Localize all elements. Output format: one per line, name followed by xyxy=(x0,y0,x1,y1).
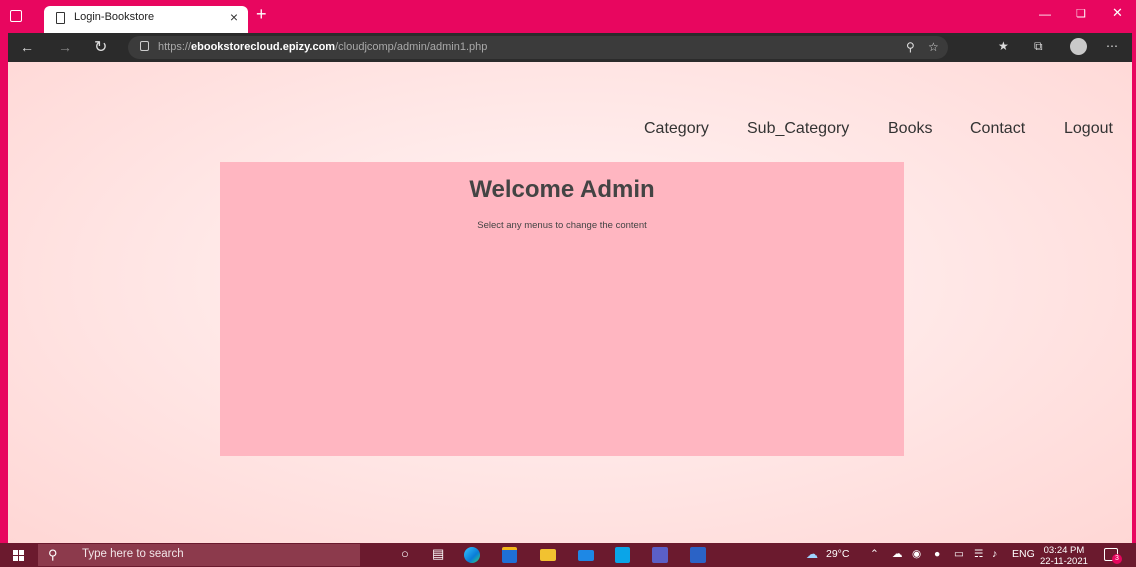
tab-title: Login-Bookstore xyxy=(74,11,155,23)
language-indicator[interactable]: ENG xyxy=(1012,548,1035,560)
browser-title-bar: Login-Bookstore × + — ❏ ✕ xyxy=(0,0,1136,33)
system-clock[interactable]: 03:24 PM 22-11-2021 xyxy=(1040,545,1088,567)
key-icon[interactable]: ⚲ xyxy=(906,40,915,54)
taskbar-search[interactable]: ⚲ Type here to search xyxy=(38,544,360,566)
cortana-icon[interactable]: ○ xyxy=(401,546,409,561)
nav-books[interactable]: Books xyxy=(888,120,932,138)
windows-start-icon[interactable] xyxy=(13,550,24,561)
microphone-icon[interactable]: ● xyxy=(934,548,940,560)
weather-icon[interactable]: ☁ xyxy=(806,547,818,561)
address-bar[interactable]: https://ebookstorecloud.epizy.com/cloudj… xyxy=(128,36,948,59)
nav-contact[interactable]: Contact xyxy=(970,120,1025,138)
wifi-icon[interactable]: ☴ xyxy=(974,548,983,560)
favorites-icon[interactable]: ★ xyxy=(998,39,1009,53)
task-view-icon[interactable]: ▤ xyxy=(432,546,444,562)
close-tab-icon[interactable]: × xyxy=(230,9,238,25)
content-panel: Welcome Admin Select any menus to change… xyxy=(220,162,904,456)
welcome-title: Welcome Admin xyxy=(469,176,655,203)
notification-badge: 3 xyxy=(1112,554,1122,564)
lock-icon[interactable] xyxy=(140,41,149,51)
more-icon[interactable]: ⋯ xyxy=(1106,39,1118,53)
refresh-icon[interactable]: ↻ xyxy=(94,37,107,57)
volume-icon[interactable]: ♪ xyxy=(992,548,997,560)
browser-tab[interactable]: Login-Bookstore × xyxy=(44,6,248,33)
chevron-up-icon[interactable]: ⌃ xyxy=(870,548,879,560)
window-menu-icon[interactable] xyxy=(10,10,22,22)
clock-time: 03:24 PM xyxy=(1043,545,1085,556)
weather-temp[interactable]: 29°C xyxy=(826,548,849,560)
battery-icon[interactable]: ▭ xyxy=(954,548,964,560)
nav-category[interactable]: Category xyxy=(644,120,709,138)
back-icon[interactable]: ← xyxy=(20,39,34,55)
nav-sub-category[interactable]: Sub_Category xyxy=(747,120,849,138)
network-app-icon[interactable]: ◉ xyxy=(912,548,921,560)
teams-icon[interactable] xyxy=(652,547,668,563)
clock-date: 22-11-2021 xyxy=(1040,556,1088,567)
browser-toolbar: ← → ↻ https://ebookstorecloud.epizy.com/… xyxy=(8,33,1132,62)
lens-app-icon[interactable] xyxy=(615,547,630,563)
file-explorer-icon[interactable] xyxy=(540,549,556,561)
onedrive-icon[interactable]: ☁ xyxy=(892,548,903,560)
mail-icon[interactable] xyxy=(578,550,594,561)
minimize-icon[interactable]: — xyxy=(1039,7,1051,21)
nav-logout[interactable]: Logout xyxy=(1064,120,1113,138)
profile-icon[interactable] xyxy=(1070,38,1087,55)
collections-icon[interactable]: ⧉ xyxy=(1034,39,1043,54)
page-content: Category Sub_Category Books Contact Logo… xyxy=(8,62,1132,543)
taskbar: ⚲ Type here to search ○ ▤ ☁ 29°C ⌃ ☁ ◉ ●… xyxy=(0,543,1136,567)
forward-icon[interactable]: → xyxy=(58,39,72,55)
window-border-left xyxy=(0,0,8,567)
close-window-icon[interactable]: ✕ xyxy=(1112,5,1123,21)
store-icon[interactable] xyxy=(502,547,517,563)
welcome-subtitle: Select any menus to change the content xyxy=(477,220,647,231)
favorite-add-icon[interactable]: ☆ xyxy=(928,40,939,54)
plus-icon[interactable]: + xyxy=(256,4,267,25)
window-border-right xyxy=(1132,0,1136,567)
search-icon: ⚲ xyxy=(48,547,58,562)
url-text: https://ebookstorecloud.epizy.com/cloudj… xyxy=(158,41,488,53)
restore-icon[interactable]: ❏ xyxy=(1076,7,1086,20)
search-placeholder: Type here to search xyxy=(82,548,184,560)
edge-icon[interactable] xyxy=(464,547,480,563)
word-icon[interactable] xyxy=(690,547,706,563)
page-icon xyxy=(56,12,65,24)
